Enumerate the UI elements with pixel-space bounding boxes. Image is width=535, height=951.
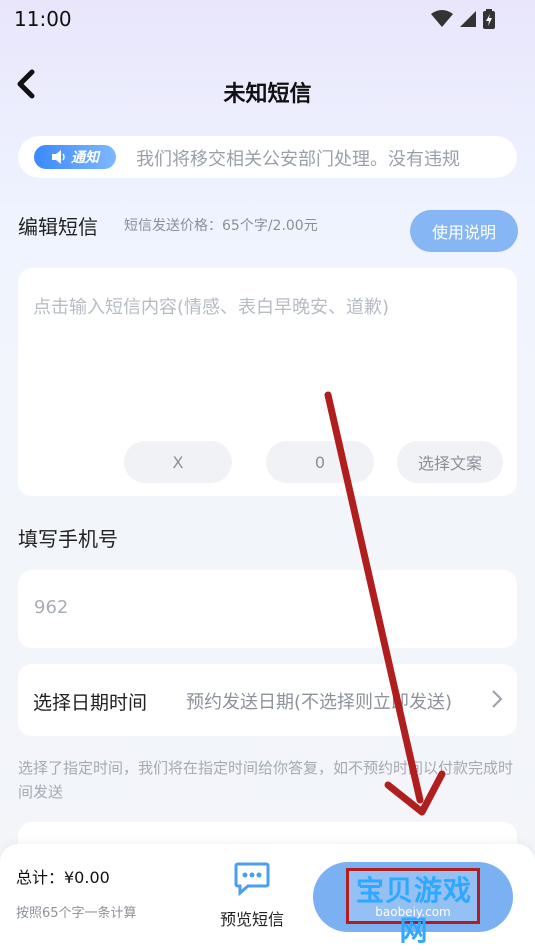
notice-badge-label: 通知	[71, 150, 99, 166]
status-bar: 11:00	[0, 0, 535, 38]
total-note: 按照65个字一条计算	[16, 906, 137, 921]
pill-count[interactable]: 0	[266, 441, 374, 483]
schedule-row[interactable]: 选择日期时间 预约发送日期(不选择则立即发送)	[18, 664, 517, 736]
notice-text: 我们将移交相关公安部门处理。没有违规	[136, 149, 460, 170]
watermark-box: 宝贝游戏网 baobeiy.com	[346, 868, 480, 947]
phone-input[interactable]: 962	[34, 597, 68, 618]
schedule-hint: 选择了指定时间，我们将在指定时间给你答复，如不预约时间以付款完成时间发送	[18, 759, 514, 801]
chat-bubble-icon	[234, 862, 270, 897]
signal-icon	[460, 11, 476, 27]
edit-sms-title: 编辑短信	[18, 215, 98, 239]
price-note: 短信发送价格：65个字/2.00元	[124, 218, 318, 234]
status-time: 11:00	[14, 7, 72, 31]
phone-section-title: 填写手机号	[18, 527, 118, 551]
preview-sms-button[interactable]: 预览短信	[212, 862, 292, 930]
notice-badge: 通知	[34, 145, 116, 169]
sms-input-card[interactable]: 点击输入短信内容(情感、表白早晚安、道歉) X 0 选择文案	[18, 268, 517, 496]
schedule-label: 选择日期时间	[33, 692, 148, 714]
pill-x[interactable]: X	[124, 441, 232, 483]
notice-bar: 通知 我们将移交相关公安部门处理。没有违规	[18, 136, 517, 178]
pick-template-button[interactable]: 选择文案	[397, 441, 503, 483]
sms-textarea[interactable]: 点击输入短信内容(情感、表白早晚安、道歉)	[33, 293, 389, 319]
speaker-icon	[52, 150, 65, 164]
preview-sms-label: 预览短信	[219, 910, 284, 929]
schedule-value[interactable]: 预约发送日期(不选择则立即发送)	[186, 688, 452, 714]
status-icons	[431, 9, 495, 29]
battery-icon	[483, 9, 495, 29]
watermark-url: baobeiy.com	[375, 905, 451, 919]
wifi-icon	[431, 10, 453, 27]
total-price: 总计：¥0.00	[16, 868, 110, 887]
page-title: 未知短信	[223, 82, 312, 107]
chevron-right-icon	[492, 690, 503, 708]
nav-bar: 未知短信	[0, 60, 535, 116]
phone-input-card[interactable]: 962	[18, 570, 517, 648]
usage-help-button[interactable]: 使用说明	[410, 210, 518, 252]
